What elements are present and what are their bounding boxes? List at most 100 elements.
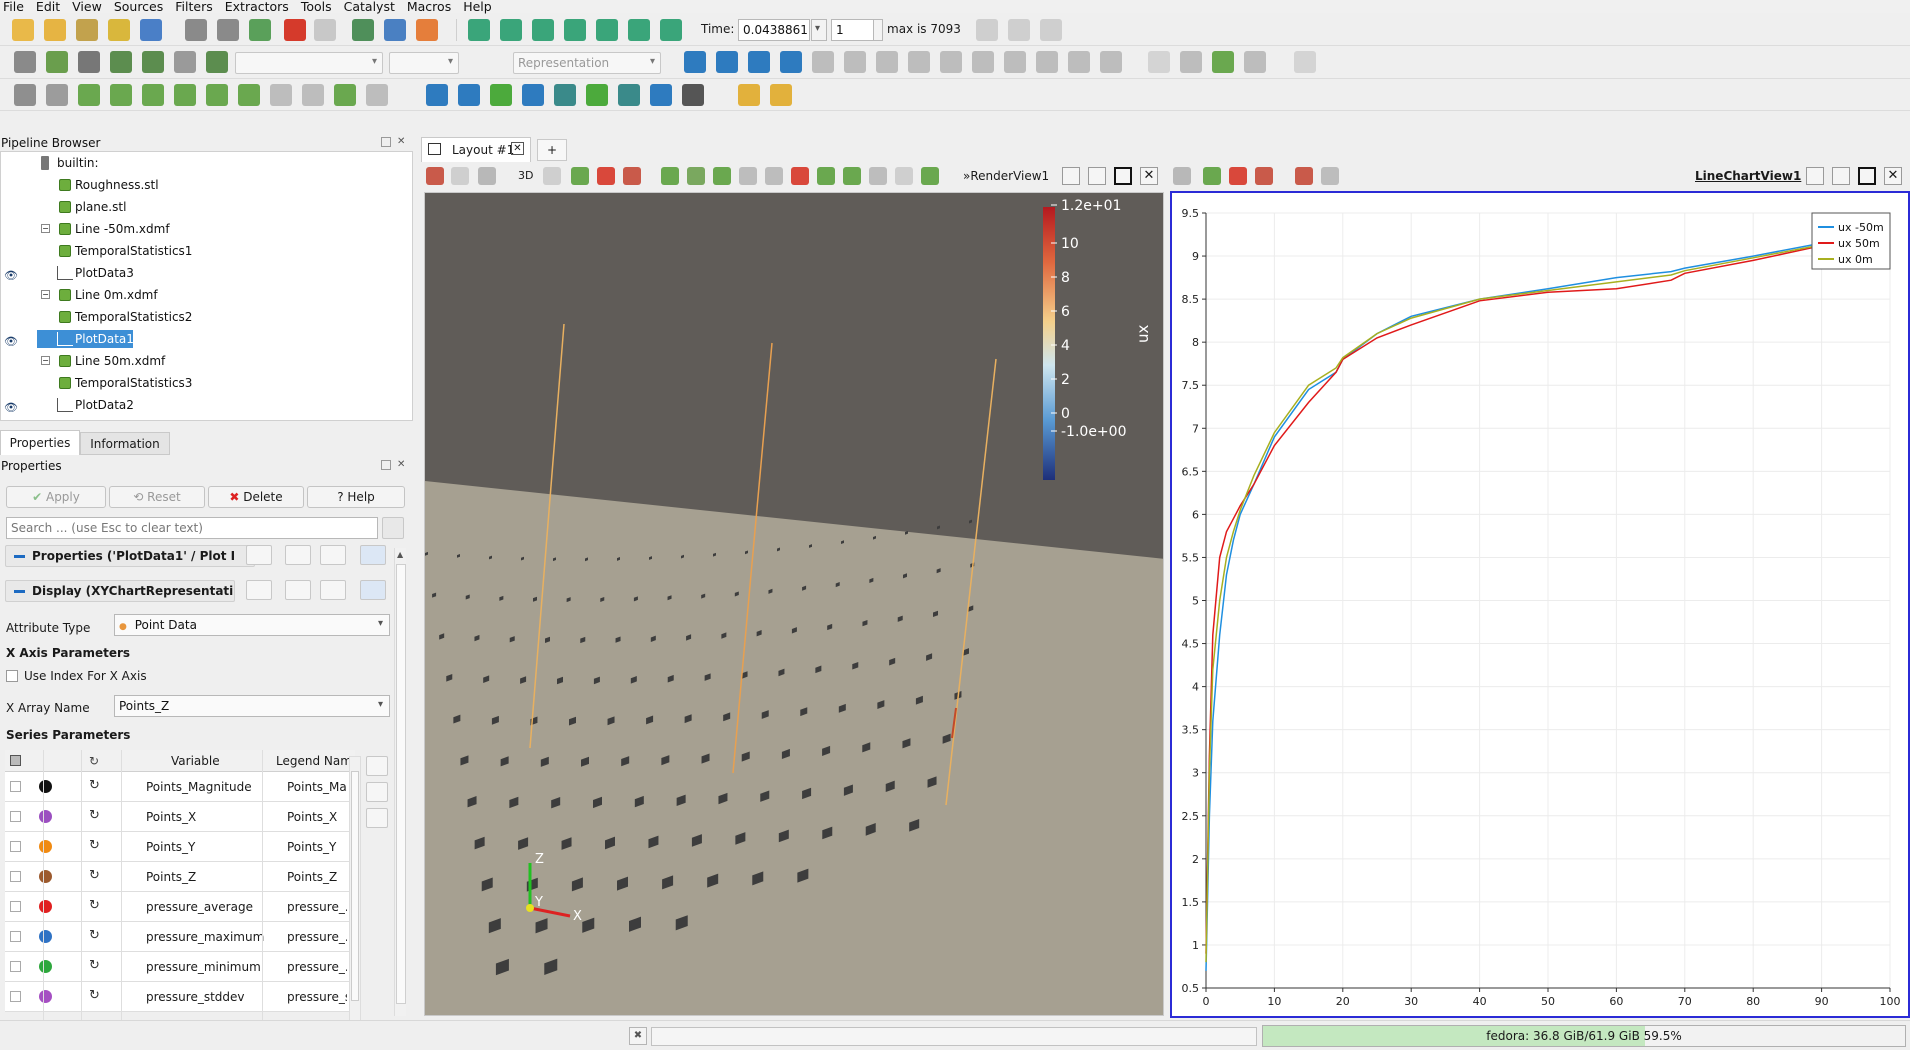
camera-link-icon[interactable] xyxy=(384,19,406,41)
rescale-range-icon[interactable] xyxy=(110,51,132,73)
float-panel-icon[interactable] xyxy=(381,460,391,470)
pipeline-item-plotdata2[interactable]: 👁 PlotData2 xyxy=(1,396,414,414)
timestep-input[interactable]: 1 xyxy=(831,19,875,41)
refresh-icon[interactable] xyxy=(320,580,346,600)
python-shell-icon[interactable] xyxy=(352,19,374,41)
reset-center-icon[interactable] xyxy=(1180,51,1202,73)
view-plus-y-icon[interactable] xyxy=(908,51,930,73)
paste-icon[interactable] xyxy=(285,580,311,600)
ruler-icon[interactable] xyxy=(738,84,760,106)
series-legend-name[interactable]: pressure_s xyxy=(287,990,347,1004)
menu-edit[interactable]: Edit xyxy=(30,0,66,13)
python-calculator-icon[interactable] xyxy=(554,84,576,106)
series-legend-name[interactable]: Points_Ma... xyxy=(287,780,347,794)
folder-icon[interactable] xyxy=(366,782,388,802)
connect-icon[interactable] xyxy=(140,19,162,41)
eye-visible-icon[interactable]: 👁 xyxy=(4,399,18,417)
light-kit-icon[interactable] xyxy=(1294,51,1316,73)
apply-button[interactable]: ✔ Apply xyxy=(6,486,106,508)
collapse-icon[interactable]: − xyxy=(41,356,50,365)
series-legend-name[interactable]: Points_X xyxy=(287,810,347,824)
legend-column-header[interactable]: Legend Name xyxy=(276,754,355,768)
copy-icon[interactable] xyxy=(246,580,272,600)
series-reset-icon[interactable]: ↻ xyxy=(89,808,100,823)
isometric-view-icon[interactable] xyxy=(1036,51,1058,73)
series-visibility-checkbox[interactable] xyxy=(10,901,21,912)
chart-view-name[interactable]: LineChartView1 xyxy=(1695,169,1801,183)
series-row[interactable]: ↻ pressure_maximum pressure_... xyxy=(5,922,355,952)
render-view[interactable]: 1.2e+01 10 8 6 4 2 0 -1.0e+00 ux Z Y X xyxy=(424,192,1164,1016)
loop-icon[interactable] xyxy=(660,19,682,41)
threshold-icon[interactable] xyxy=(142,84,164,106)
properties-section-header[interactable]: Properties ('PlotData1' / Plot I xyxy=(5,545,255,567)
stream-tracer-icon[interactable] xyxy=(238,84,260,106)
pipeline-item-plotdata1[interactable]: 👁 PlotData1 xyxy=(1,330,414,348)
series-reset-icon[interactable]: ↻ xyxy=(89,898,100,913)
select-icon[interactable] xyxy=(1203,167,1221,185)
series-legend-name[interactable]: Points_Z xyxy=(287,870,347,884)
pipeline-item-line-minus50[interactable]: − Line -50m.xdmf xyxy=(1,220,414,238)
line-chart-view[interactable]: 0.5 1 1.5 2 2.5 3 3.5 4 4.5 5 5.5 6 6.5 7 7.5 8 8.5 9 9.5 0… xyxy=(1170,191,1910,1018)
series-visibility-checkbox[interactable] xyxy=(10,811,21,822)
variable-column-header[interactable]: Variable xyxy=(171,754,220,768)
glyph-icon[interactable] xyxy=(206,84,228,106)
pipeline-item-plotdata3[interactable]: 👁 PlotData3 xyxy=(1,264,414,282)
interactive-select-icon[interactable] xyxy=(713,167,731,185)
clear-status-icon[interactable]: ✖ xyxy=(629,1027,647,1045)
save-defaults-icon[interactable] xyxy=(360,580,386,600)
close-view-icon[interactable]: ✕ xyxy=(1884,167,1902,185)
series-row[interactable]: ↻ pressure_average pressure_... xyxy=(5,892,355,922)
maximize-icon[interactable] xyxy=(1858,167,1876,185)
menu-file[interactable]: File xyxy=(0,0,30,13)
collapse-icon[interactable]: − xyxy=(41,290,50,299)
first-frame-icon[interactable] xyxy=(468,19,490,41)
close-tab-icon[interactable]: ✕ xyxy=(511,142,524,155)
series-color-swatch[interactable] xyxy=(39,810,52,823)
rescale-temporal-icon[interactable] xyxy=(174,51,196,73)
delete-button[interactable]: ✖ Delete xyxy=(208,486,304,508)
menu-sources[interactable]: Sources xyxy=(108,0,169,13)
extract-subset-icon[interactable] xyxy=(174,84,196,106)
zoom-closest-icon[interactable] xyxy=(780,51,802,73)
series-color-swatch[interactable] xyxy=(39,960,52,973)
pipeline-item-temporalstatistics2[interactable]: TemporalStatistics2 xyxy=(1,308,414,326)
server-icon[interactable] xyxy=(217,19,239,41)
shrink-selection-icon[interactable] xyxy=(817,167,835,185)
save-defaults-icon[interactable] xyxy=(360,545,386,565)
view-plus-z-icon[interactable] xyxy=(972,51,994,73)
series-scrollbar[interactable] xyxy=(349,756,361,1022)
grow-selection-icon[interactable] xyxy=(791,167,809,185)
select-subtract-icon[interactable] xyxy=(1229,167,1247,185)
float-panel-icon[interactable] xyxy=(381,137,391,147)
rotation-center-icon[interactable] xyxy=(1244,51,1266,73)
pipeline-item-roughness[interactable]: Roughness.stl xyxy=(1,176,414,194)
hover-points-icon[interactable] xyxy=(739,167,757,185)
series-visibility-checkbox[interactable] xyxy=(10,961,21,972)
data-over-time-icon[interactable] xyxy=(586,84,608,106)
menu-tools[interactable]: Tools xyxy=(295,0,338,13)
split-horizontal-icon[interactable] xyxy=(1806,167,1824,185)
timestep-spinner[interactable] xyxy=(873,19,883,41)
zoom-data-icon[interactable] xyxy=(716,51,738,73)
component-combo[interactable] xyxy=(389,52,459,74)
attribute-type-select[interactable]: ● Point Data ▾ xyxy=(114,614,390,636)
series-visibility-checkbox[interactable] xyxy=(10,841,21,852)
render-view-name[interactable]: »RenderView1 xyxy=(963,169,1049,183)
series-legend-name[interactable]: pressure_... xyxy=(287,930,347,944)
properties-scrollbar[interactable]: ▲ xyxy=(394,548,406,1016)
series-reset-icon[interactable]: ↻ xyxy=(89,868,100,883)
color-palette-icon[interactable] xyxy=(416,19,438,41)
settings-icon[interactable] xyxy=(366,808,388,828)
interactive-zoom-icon[interactable] xyxy=(748,51,770,73)
slice-icon[interactable] xyxy=(110,84,132,106)
display-section-header[interactable]: Display (XYChartRepresentati xyxy=(5,580,235,602)
color-map-icon[interactable] xyxy=(46,51,68,73)
undo-icon[interactable] xyxy=(284,19,306,41)
eye-visible-icon[interactable]: 👁 xyxy=(4,267,18,285)
select-polygon-icon[interactable] xyxy=(1295,167,1313,185)
disconnect-icon[interactable] xyxy=(185,19,207,41)
series-row[interactable]: ↻ Points_Z Points_Z xyxy=(5,862,355,892)
refresh-icon[interactable] xyxy=(320,545,346,565)
series-reset-icon[interactable]: ↻ xyxy=(89,778,100,793)
properties-search-input[interactable]: Search ... (use Esc to clear text) xyxy=(6,517,378,539)
